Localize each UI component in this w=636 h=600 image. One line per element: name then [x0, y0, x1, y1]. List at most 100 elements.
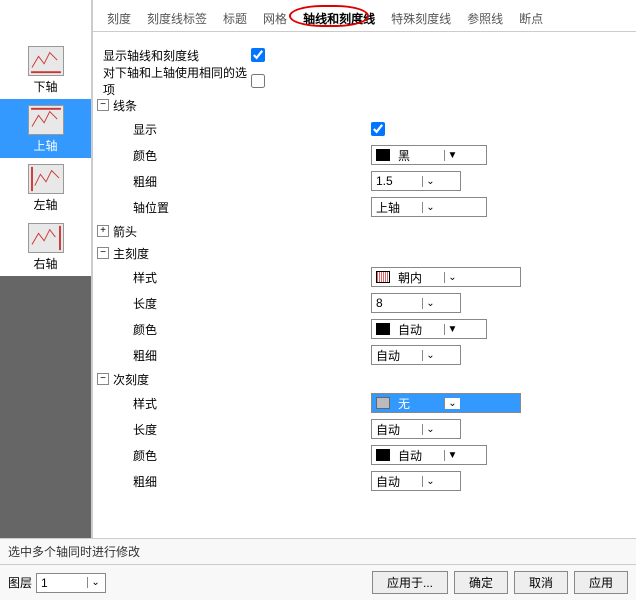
major-style-combo[interactable]: 朝内 ⌄ — [371, 267, 521, 287]
tab-special-ticks[interactable]: 特殊刻度线 — [383, 6, 459, 31]
axis-pos-label: 轴位置 — [133, 199, 253, 216]
major-color-combo[interactable]: 自动 ▼ — [371, 319, 487, 339]
arrow-label: 箭头 — [113, 223, 137, 240]
collapse-toggle-major[interactable]: − — [97, 247, 109, 259]
combo-text: 朝内 — [394, 269, 444, 286]
chevron-down-icon: ⌄ — [422, 350, 438, 361]
tab-line-ticks[interactable]: 轴线和刻度线 — [295, 6, 383, 31]
tab-title[interactable]: 标题 — [215, 6, 255, 31]
cancel-button[interactable]: 取消 — [514, 571, 568, 594]
sidebar-item-top-axis[interactable]: 上轴 — [0, 99, 91, 158]
content-area: 刻度 刻度线标签 标题 网格 轴线和刻度线 特殊刻度线 参照线 断点 显示轴线和… — [92, 0, 636, 538]
combo-text: 自动 — [372, 473, 422, 490]
major-style-label: 样式 — [133, 269, 253, 286]
axis-pos-combo[interactable]: 上轴 ⌄ — [371, 197, 487, 217]
sidebar-item-label: 上轴 — [33, 137, 57, 154]
minor-weight-combo[interactable]: 自动 ⌄ — [371, 471, 461, 491]
sidebar-item-label: 右轴 — [33, 255, 57, 272]
collapse-toggle-line[interactable]: − — [97, 99, 109, 111]
expand-toggle-arrow[interactable]: + — [97, 225, 109, 237]
section-minor-label: 次刻度 — [113, 371, 149, 388]
minor-style-label: 样式 — [133, 395, 253, 412]
sidebar-empty — [0, 276, 91, 538]
axis-sidebar: 下轴 上轴 左轴 右轴 — [0, 0, 92, 538]
color-swatch-icon — [376, 149, 390, 161]
section-major-label: 主刻度 — [113, 245, 149, 262]
tick-style-icon — [376, 271, 390, 283]
tab-reference-lines[interactable]: 参照线 — [459, 6, 511, 31]
chevron-down-icon: ⌄ — [444, 272, 460, 283]
layer-combo[interactable]: 1 ⌄ — [36, 573, 106, 593]
major-color-label: 颜色 — [133, 321, 253, 338]
apply-button[interactable]: 应用 — [574, 571, 628, 594]
footer-bar: 图层 1 ⌄ 应用于... 确定 取消 应用 — [0, 564, 636, 600]
minor-style-combo[interactable]: 无 ⌄ — [371, 393, 521, 413]
line-color-label: 颜色 — [133, 147, 253, 164]
same-options-checkbox[interactable] — [251, 74, 265, 88]
chevron-down-icon: ▼ — [444, 324, 460, 335]
sidebar-item-label: 下轴 — [33, 78, 57, 95]
line-weight-combo[interactable]: 1.5 ⌄ — [371, 171, 461, 191]
minor-color-label: 颜色 — [133, 447, 253, 464]
sidebar-item-right-axis[interactable]: 右轴 — [0, 217, 91, 276]
footer-left: 图层 1 ⌄ — [8, 573, 106, 593]
minor-len-combo[interactable]: 自动 ⌄ — [371, 419, 461, 439]
major-weight-label: 粗细 — [133, 347, 253, 364]
line-show-label: 显示 — [133, 121, 253, 138]
sidebar-item-left-axis[interactable]: 左轴 — [0, 158, 91, 217]
combo-text: 黑 — [394, 147, 444, 164]
axis-list: 下轴 上轴 左轴 右轴 — [0, 40, 91, 276]
bottom-axis-icon — [28, 46, 64, 76]
combo-text: 自动 — [394, 321, 444, 338]
collapse-toggle-minor[interactable]: − — [97, 373, 109, 385]
top-axis-icon — [28, 105, 64, 135]
tab-breaks[interactable]: 断点 — [511, 6, 551, 31]
chevron-down-icon: ⌄ — [422, 176, 438, 187]
combo-text: 1.5 — [372, 174, 422, 188]
color-swatch-icon — [376, 449, 390, 461]
show-axes-label: 显示轴线和刻度线 — [97, 47, 217, 64]
combo-text: 8 — [372, 296, 422, 310]
major-len-combo[interactable]: 8 ⌄ — [371, 293, 461, 313]
row-same-options: 对下轴和上轴使用相同的选项 — [97, 68, 626, 94]
tab-bar: 刻度 刻度线标签 标题 网格 轴线和刻度线 特殊刻度线 参照线 断点 — [93, 0, 636, 32]
tab-tick-labels[interactable]: 刻度线标签 — [139, 6, 215, 31]
settings-panel: 显示轴线和刻度线 对下轴和上轴使用相同的选项 − 线条 显示 — [93, 32, 636, 538]
section-major: − 主刻度 — [97, 242, 626, 264]
left-axis-icon — [28, 164, 64, 194]
main-area: 下轴 上轴 左轴 右轴 — [0, 0, 636, 538]
sidebar-item-label: 左轴 — [33, 196, 57, 213]
chevron-down-icon: ⌄ — [444, 398, 460, 409]
ok-button[interactable]: 确定 — [454, 571, 508, 594]
footer-hint: 选中多个轴同时进行修改 — [0, 538, 636, 564]
line-show-checkbox[interactable] — [371, 122, 385, 136]
line-color-combo[interactable]: 黑 ▼ — [371, 145, 487, 165]
section-line-label: 线条 — [113, 97, 137, 114]
footer-right: 应用于... 确定 取消 应用 — [372, 571, 628, 594]
tick-style-icon — [376, 397, 390, 409]
chevron-down-icon: ⌄ — [422, 298, 438, 309]
combo-text: 自动 — [372, 347, 422, 364]
dialog-window: 下轴 上轴 左轴 右轴 — [0, 0, 636, 600]
show-axes-checkbox[interactable] — [251, 48, 265, 62]
same-options-label: 对下轴和上轴使用相同的选项 — [97, 64, 251, 98]
combo-text: 上轴 — [372, 199, 422, 216]
chevron-down-icon: ▼ — [444, 150, 460, 161]
line-weight-label: 粗细 — [133, 173, 253, 190]
major-len-label: 长度 — [133, 295, 253, 312]
minor-color-combo[interactable]: 自动 ▼ — [371, 445, 487, 465]
apply-to-button[interactable]: 应用于... — [372, 571, 448, 594]
tab-grid[interactable]: 网格 — [255, 6, 295, 31]
tab-label: 轴线和刻度线 — [303, 12, 375, 26]
major-weight-combo[interactable]: 自动 ⌄ — [371, 345, 461, 365]
tab-scale[interactable]: 刻度 — [99, 6, 139, 31]
minor-len-label: 长度 — [133, 421, 253, 438]
sidebar-item-bottom-axis[interactable]: 下轴 — [0, 40, 91, 99]
combo-text: 无 — [394, 395, 444, 412]
right-axis-icon — [28, 223, 64, 253]
layer-label: 图层 — [8, 574, 32, 591]
combo-text: 1 — [37, 576, 87, 590]
minor-weight-label: 粗细 — [133, 473, 253, 490]
combo-text: 自动 — [372, 421, 422, 438]
chevron-down-icon: ⌄ — [422, 202, 438, 213]
